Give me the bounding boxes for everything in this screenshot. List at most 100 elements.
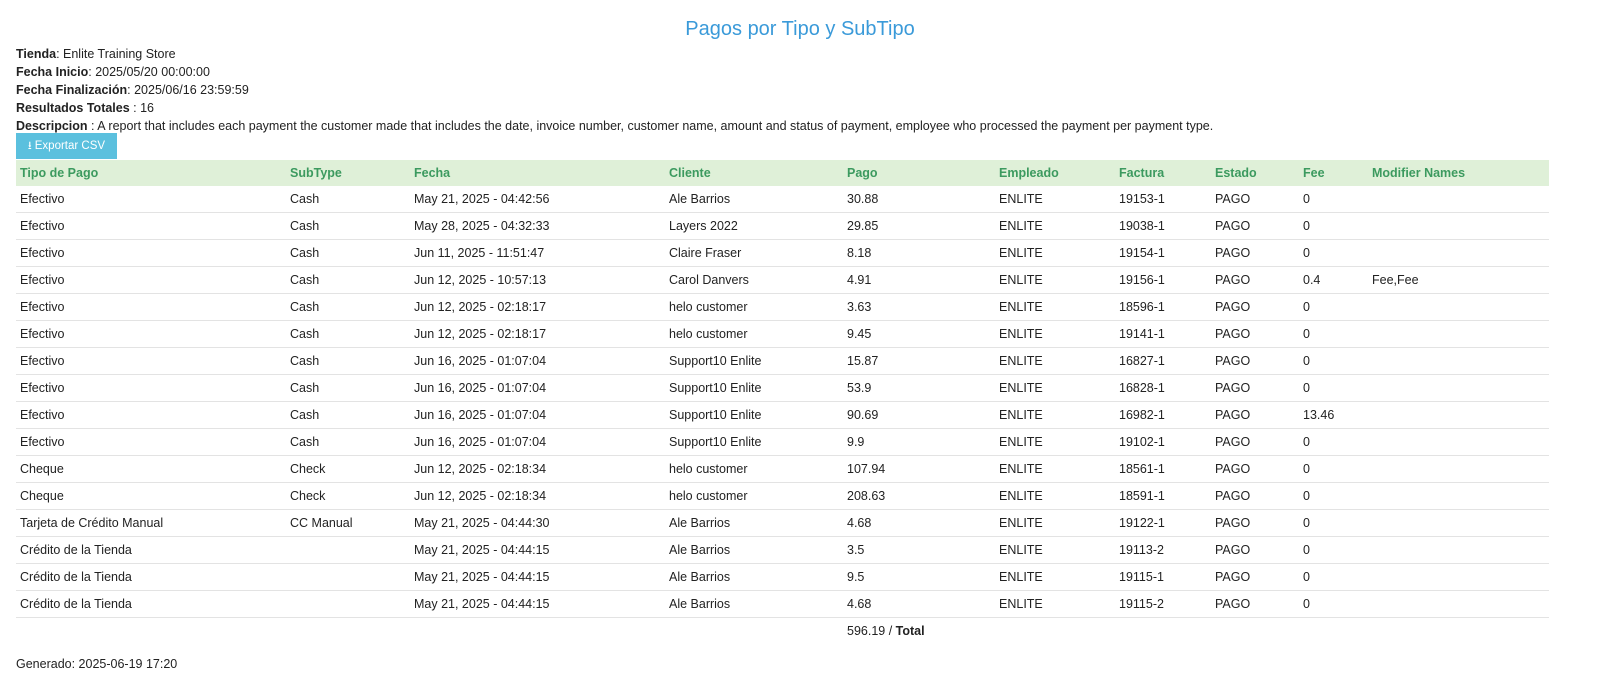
cell-factura: 19038-1	[1115, 212, 1211, 240]
meta-results: Resultados Totales : 16	[16, 101, 155, 115]
table-row: Efectivo Cash Jun 16, 2025 - 01:07:04 Suppo…	[16, 428, 1549, 456]
total-empty-cell	[1115, 618, 1211, 645]
meta-start-value: 2025/05/20 00:00:00	[95, 65, 210, 79]
cell-estado: PAGO	[1211, 455, 1299, 483]
total-cell: 596.19 / Total	[843, 618, 995, 645]
header-fee[interactable]: Fee	[1299, 160, 1368, 186]
cell-empleado: ENLITE	[995, 428, 1115, 456]
cell-tipo-de-pago: Efectivo	[16, 186, 286, 213]
cell-modifier-names	[1368, 509, 1549, 537]
table-row: Crédito de la Tienda May 21, 2025 - 04:44…	[16, 590, 1549, 618]
cell-pago: 107.94	[843, 455, 995, 483]
cell-fecha: May 21, 2025 - 04:44:15	[410, 590, 665, 618]
cell-cliente: Ale Barrios	[665, 509, 843, 537]
cell-modifier-names	[1368, 536, 1549, 564]
total-empty-cell	[16, 618, 286, 645]
cell-estado: PAGO	[1211, 590, 1299, 618]
cell-estado: PAGO	[1211, 293, 1299, 321]
total-label: Total	[895, 624, 925, 638]
cell-factura: 19115-1	[1115, 563, 1211, 591]
header-estado[interactable]: Estado	[1211, 160, 1299, 186]
cell-empleado: ENLITE	[995, 374, 1115, 402]
total-empty-cell	[1211, 618, 1299, 645]
cell-factura: 16982-1	[1115, 401, 1211, 429]
cell-modifier-names	[1368, 455, 1549, 483]
cell-subtype: CC Manual	[286, 509, 410, 537]
cell-modifier-names	[1368, 563, 1549, 591]
cell-factura: 18591-1	[1115, 482, 1211, 510]
cell-factura: 18596-1	[1115, 293, 1211, 321]
meta-end-value: 2025/06/16 23:59:59	[134, 83, 249, 97]
cell-subtype: Check	[286, 455, 410, 483]
cell-factura: 19153-1	[1115, 186, 1211, 213]
export-csv-label: Exportar CSV	[34, 140, 106, 152]
table-row: Efectivo Cash May 21, 2025 - 04:42:56 Ale B…	[16, 186, 1549, 213]
cell-factura: 16827-1	[1115, 347, 1211, 375]
cell-subtype	[286, 536, 410, 564]
cell-estado: PAGO	[1211, 186, 1299, 213]
cell-tipo-de-pago: Efectivo	[16, 347, 286, 375]
cell-fecha: Jun 16, 2025 - 01:07:04	[410, 374, 665, 402]
cell-pago: 9.9	[843, 428, 995, 456]
header-pago[interactable]: Pago	[843, 160, 995, 186]
table-row: Crédito de la Tienda May 21, 2025 - 04:44…	[16, 563, 1549, 591]
cell-modifier-names	[1368, 320, 1549, 348]
cell-tipo-de-pago: Efectivo	[16, 374, 286, 402]
cell-factura: 19122-1	[1115, 509, 1211, 537]
header-factura[interactable]: Factura	[1115, 160, 1211, 186]
cell-empleado: ENLITE	[995, 455, 1115, 483]
meta-end-label: Fecha Finalización	[16, 83, 128, 97]
cell-tipo-de-pago: Cheque	[16, 455, 286, 483]
cell-empleado: ENLITE	[995, 401, 1115, 429]
meta-desc-value: A report that includes each payment the …	[97, 119, 1214, 133]
cell-fee: 0	[1299, 239, 1368, 267]
cell-cliente: Claire Fraser	[665, 239, 843, 267]
cell-pago: 208.63	[843, 482, 995, 510]
cell-fee: 0	[1299, 509, 1368, 537]
header-fecha[interactable]: Fecha	[410, 160, 665, 186]
cell-pago: 4.68	[843, 509, 995, 537]
cell-subtype: Cash	[286, 293, 410, 321]
payments-table: Tipo de Pago SubType Fecha Cliente Pago …	[16, 160, 1549, 644]
header-tipo-de-pago[interactable]: Tipo de Pago	[16, 160, 286, 186]
cell-pago: 15.87	[843, 347, 995, 375]
meta-store: Tienda: Enlite Training Store	[16, 47, 176, 61]
cell-cliente: Support10 Enlite	[665, 401, 843, 429]
cell-cliente: Ale Barrios	[665, 186, 843, 213]
header-modifier-names[interactable]: Modifier Names	[1368, 160, 1549, 186]
cell-pago: 4.91	[843, 266, 995, 294]
cell-fecha: Jun 12, 2025 - 02:18:34	[410, 455, 665, 483]
cell-modifier-names	[1368, 186, 1549, 213]
cell-factura: 19113-2	[1115, 536, 1211, 564]
cell-tipo-de-pago: Efectivo	[16, 320, 286, 348]
meta-end: Fecha Finalización: 2025/06/16 23:59:59	[16, 83, 249, 97]
header-cliente[interactable]: Cliente	[665, 160, 843, 186]
cell-estado: PAGO	[1211, 509, 1299, 537]
cell-tipo-de-pago: Efectivo	[16, 428, 286, 456]
export-csv-button[interactable]: ⭳ Exportar CSV	[16, 133, 117, 159]
cell-tipo-de-pago: Efectivo	[16, 266, 286, 294]
cell-fecha: May 21, 2025 - 04:42:56	[410, 186, 665, 213]
cell-subtype: Cash	[286, 212, 410, 240]
cell-estado: PAGO	[1211, 536, 1299, 564]
cell-cliente: helo customer	[665, 482, 843, 510]
table-row: Efectivo Cash Jun 16, 2025 - 01:07:04 Suppo…	[16, 401, 1549, 429]
header-empleado[interactable]: Empleado	[995, 160, 1115, 186]
cell-estado: PAGO	[1211, 266, 1299, 294]
table-row: Efectivo Cash Jun 11, 2025 - 11:51:47 Clair…	[16, 239, 1549, 267]
meta-desc-label: Descripcion	[16, 119, 88, 133]
cell-fecha: May 21, 2025 - 04:44:30	[410, 509, 665, 537]
cell-modifier-names	[1368, 239, 1549, 267]
header-subtype[interactable]: SubType	[286, 160, 410, 186]
cell-fecha: May 28, 2025 - 04:32:33	[410, 212, 665, 240]
table-row: Crédito de la Tienda May 21, 2025 - 04:44…	[16, 536, 1549, 564]
cell-fee: 0	[1299, 347, 1368, 375]
cell-estado: PAGO	[1211, 563, 1299, 591]
cell-empleado: ENLITE	[995, 186, 1115, 213]
cell-modifier-names	[1368, 428, 1549, 456]
cell-cliente: Support10 Enlite	[665, 347, 843, 375]
cell-modifier-names	[1368, 374, 1549, 402]
cell-cliente: Ale Barrios	[665, 590, 843, 618]
cell-pago: 9.45	[843, 320, 995, 348]
cell-tipo-de-pago: Crédito de la Tienda	[16, 536, 286, 564]
